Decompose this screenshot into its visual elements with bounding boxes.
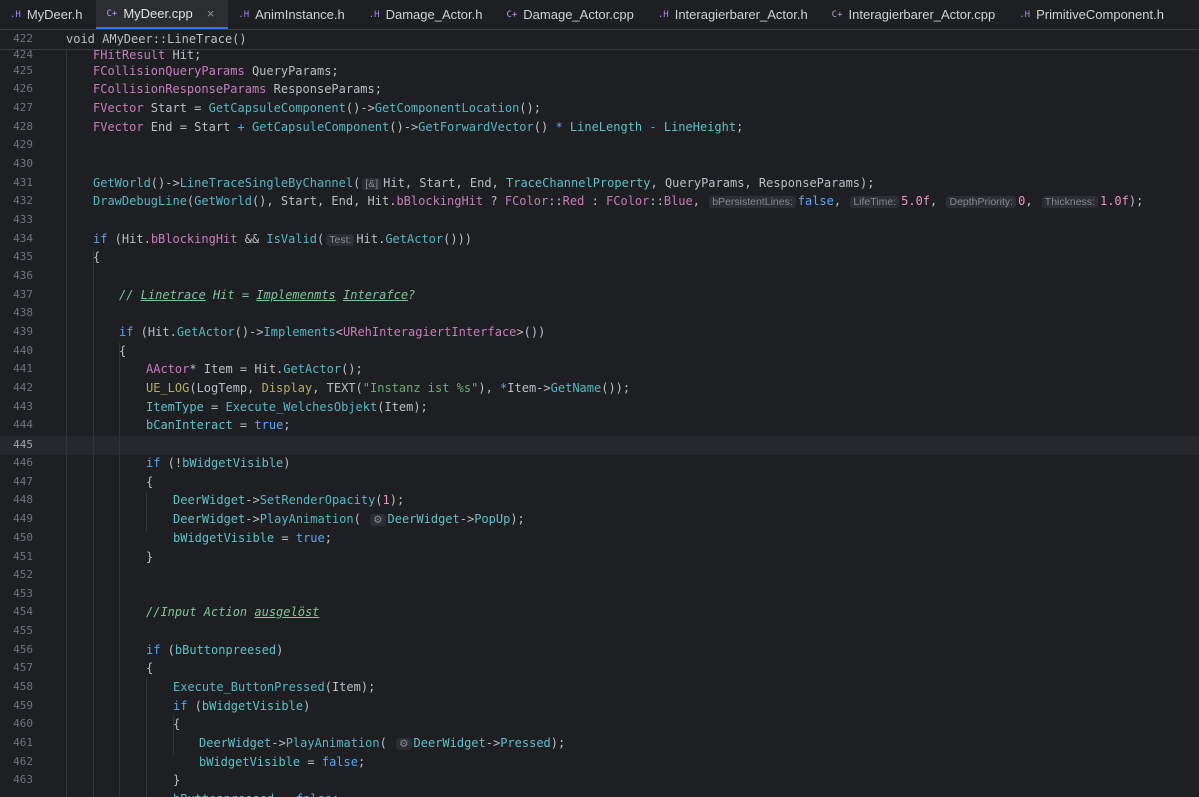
code-line: } — [146, 550, 154, 564]
parameter-hint: bPersistentLines: — [709, 196, 796, 208]
code-line: FCollisionQueryParams QueryParams; — [93, 64, 339, 78]
cpp-file-icon: C+ — [106, 8, 118, 19]
code-line: DrawDebugLine(GetWorld(), Start, End, Hi… — [93, 194, 1144, 208]
tab-label: MyDeer.h — [26, 7, 83, 22]
tab-damage-actor-h[interactable]: .H Damage_Actor.h — [359, 0, 497, 29]
tab-primitivecomponent-h[interactable]: .H PrimitiveComponent.h — [1009, 0, 1178, 29]
code-line: if (Hit.GetActor()->Implements<URehInter… — [119, 325, 546, 339]
parameter-hint: Test: — [326, 234, 355, 246]
code-line: if (Hit.bBlockingHit && IsValid(Test: Hit… — [93, 232, 473, 246]
tab-label: AnimInstance.h — [255, 7, 345, 22]
code-line: bWidgetVisible = true; — [173, 531, 332, 545]
code-line: FCollisionResponseParams ResponseParams; — [93, 82, 382, 96]
parameter-hint: [&] — [362, 178, 382, 190]
cpp-file-icon: C+ — [506, 9, 518, 20]
code-line: DeerWidget->PlayAnimation( ⚙ DeerWidget->… — [173, 512, 525, 526]
code-line: GetWorld()->LineTraceSingleByChannel([&]… — [93, 176, 875, 190]
line-number: 422 — [13, 32, 33, 45]
code-comment: // Linetrace Hit = Implemenmts Interafce… — [119, 288, 416, 302]
code-line: { — [119, 344, 127, 358]
parameter-hint: LifeTime: — [850, 196, 900, 208]
editor-tab-bar: .H MyDeer.h C+ MyDeer.cpp × .H AnimInsta… — [0, 0, 1199, 30]
tab-label: PrimitiveComponent.h — [1036, 7, 1164, 22]
code-comment: //Input Action ausgelöst — [146, 605, 320, 619]
parameter-hint: Thickness: — [1041, 196, 1098, 208]
code-line: } — [173, 773, 181, 787]
header-file-icon: .H — [238, 9, 250, 20]
cpp-file-icon: C+ — [831, 9, 843, 20]
code-line: ItemType = Execute_WelchesObjekt(Item); — [146, 400, 428, 414]
tab-label: Interagierbarer_Actor.h — [674, 7, 808, 22]
header-file-icon: .H — [1019, 9, 1031, 20]
header-file-icon: .H — [657, 9, 669, 20]
code-line: { — [173, 717, 181, 731]
code-line: AActor* Item = Hit.GetActor(); — [146, 362, 363, 376]
header-file-icon: .H — [368, 9, 380, 20]
sticky-scope-header[interactable]: 422 void AMyDeer::LineTrace() — [0, 30, 1199, 50]
code-line: bButtonpreesed = false; — [173, 790, 339, 797]
tab-animinstance-h[interactable]: .H AnimInstance.h — [228, 0, 358, 29]
code-line: Execute_ButtonPressed(Item); — [173, 680, 376, 694]
code-editor[interactable]: 424 425 426 427 428 429 430 431 432 433 … — [0, 30, 1199, 797]
code-area[interactable]: FHitResult Hit; FCollisionQueryParams Qu… — [0, 30, 1199, 797]
code-line: DeerWidget->PlayAnimation( ⚙ DeerWidget->… — [199, 736, 566, 750]
code-line: { — [93, 250, 101, 264]
code-line: FVector Start = GetCapsuleComponent()->G… — [93, 101, 541, 115]
tab-interagierbarer-actor-h[interactable]: .H Interagierbarer_Actor.h — [648, 0, 822, 29]
code-line: if (bButtonpreesed) — [146, 643, 284, 657]
code-line: DeerWidget->SetRenderOpacity(1); — [173, 493, 405, 507]
parameter-hint: DepthPriority: — [946, 196, 1017, 208]
code-line: bCanInteract = true; — [146, 418, 291, 432]
code-line: { — [146, 475, 154, 489]
tab-label: Interagierbarer_Actor.cpp — [848, 7, 996, 22]
header-file-icon: .H — [10, 9, 21, 20]
animation-hint-icon: ⚙ — [370, 514, 386, 526]
tab-label: Damage_Actor.cpp — [523, 7, 634, 22]
code-line: bWidgetVisible = false; — [199, 755, 366, 769]
tab-label: MyDeer.cpp — [123, 6, 193, 21]
tab-damage-actor-cpp[interactable]: C+ Damage_Actor.cpp — [496, 0, 647, 29]
animation-hint-icon: ⚙ — [396, 738, 412, 750]
tab-mydeer-cpp[interactable]: C+ MyDeer.cpp × — [96, 0, 229, 29]
code-line: UE_LOG(LogTemp, Display, TEXT("Instanz i… — [146, 381, 631, 395]
code-line: FVector End = Start + GetCapsuleComponen… — [93, 120, 744, 134]
tab-interagierbarer-actor-cpp[interactable]: C+ Interagierbarer_Actor.cpp — [822, 0, 1010, 29]
close-icon[interactable]: × — [207, 6, 215, 21]
code-line: if (bWidgetVisible) — [173, 699, 311, 713]
code-line: if (!bWidgetVisible) — [146, 456, 291, 470]
sticky-function-signature: void AMyDeer::LineTrace() — [66, 32, 247, 46]
tab-label: Damage_Actor.h — [385, 7, 483, 22]
tab-mydeer-h[interactable]: .H MyDeer.h — [0, 0, 96, 29]
code-line: { — [146, 661, 154, 675]
